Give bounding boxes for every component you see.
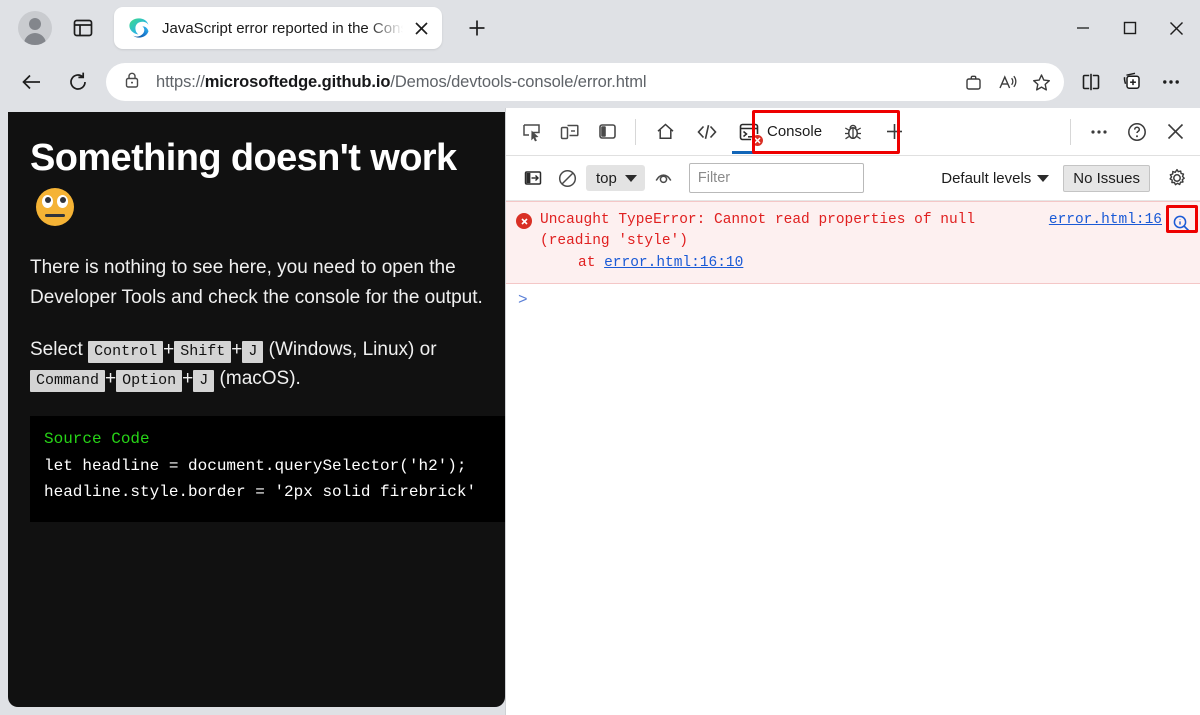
inspect-element-icon[interactable] <box>512 113 550 151</box>
more-tools-icon[interactable] <box>1080 113 1118 151</box>
back-arrow-icon[interactable] <box>14 64 50 100</box>
close-window-button[interactable] <box>1153 0 1200 56</box>
tab-console-label: Console <box>767 123 823 140</box>
read-aloud-icon[interactable] <box>990 65 1024 99</box>
console-filter-bar: top Default levels No Issues <box>506 156 1200 201</box>
devtools-tab-bar: Console <box>506 108 1200 156</box>
more-options-icon[interactable] <box>1152 63 1190 101</box>
chevron-down-icon <box>1037 174 1050 182</box>
clear-console-icon[interactable] <box>552 163 582 193</box>
page-paragraph: There is nothing to see here, you need t… <box>30 257 483 308</box>
console-output: Uncaught TypeError: Cannot read properti… <box>506 201 1200 715</box>
tab-welcome[interactable] <box>645 110 686 154</box>
kbd-command: Command <box>30 370 106 393</box>
url-text: https://microsoftedge.github.io/Demos/de… <box>156 72 647 91</box>
maximize-button[interactable] <box>1106 0 1153 56</box>
minimize-button[interactable] <box>1059 0 1106 56</box>
eye-icon[interactable] <box>649 163 679 193</box>
error-source-link[interactable]: error.html:16 <box>1049 212 1166 228</box>
kbd-j-win: J <box>242 340 264 363</box>
help-icon[interactable] <box>1118 113 1156 151</box>
dock-side-icon[interactable] <box>588 113 626 151</box>
close-devtools-icon[interactable] <box>1156 113 1194 151</box>
console-error-row[interactable]: Uncaught TypeError: Cannot read properti… <box>506 201 1200 285</box>
devtools-tabbar-right <box>1061 113 1200 151</box>
filter-input[interactable] <box>688 163 864 193</box>
error-message: Uncaught TypeError: Cannot read properti… <box>540 212 976 250</box>
tab-title: JavaScript error reported in the Console <box>162 19 408 37</box>
console-terminal-icon <box>738 121 764 147</box>
briefcase-icon[interactable] <box>956 65 990 99</box>
issues-button[interactable]: No Issues <box>1063 164 1150 192</box>
star-icon[interactable] <box>1024 65 1058 99</box>
demo-page: Something doesn't work There is nothing … <box>8 112 505 707</box>
face-with-rolling-eyes-emoji <box>36 187 74 226</box>
reload-icon[interactable] <box>60 64 96 100</box>
browser-tab[interactable]: JavaScript error reported in the Console <box>114 7 442 49</box>
console-prompt-caret: > <box>518 291 528 310</box>
toolbar-divider <box>635 118 636 145</box>
error-badge-icon <box>751 133 764 147</box>
shortcut-paragraph: Select Control + Shift + J (Windows, Linux) … <box>30 335 483 394</box>
source-code-title: Source Code <box>44 429 150 448</box>
title-bar: JavaScript error reported in the Console <box>0 0 1200 56</box>
address-bar[interactable]: https://microsoftedge.github.io/Demos/de… <box>106 63 1064 101</box>
kbd-control: Control <box>88 340 164 363</box>
page-viewport: Something doesn't work There is nothing … <box>0 108 505 715</box>
log-levels-dropdown[interactable]: Default levels <box>935 170 1055 187</box>
tab-debugger[interactable] <box>832 110 874 154</box>
tab-console[interactable]: Console <box>728 110 832 154</box>
tab-manager-icon[interactable] <box>66 11 100 45</box>
search-magnifier-icon[interactable] <box>1168 210 1194 236</box>
issues-label: No Issues <box>1073 169 1140 187</box>
error-icon <box>516 213 532 229</box>
content-area: Something doesn't work There is nothing … <box>0 108 1200 715</box>
page-title: Something doesn't work <box>30 134 483 231</box>
device-emulation-icon[interactable] <box>550 113 588 151</box>
lock-icon[interactable] <box>122 70 146 94</box>
close-icon[interactable] <box>408 15 434 41</box>
source-code-line: let headline = document.querySelector('h… <box>44 456 467 475</box>
log-levels-label: Default levels <box>941 169 1032 187</box>
new-tab-button[interactable] <box>460 11 494 45</box>
context-selector-value: top <box>596 169 617 187</box>
javascript-context-selector[interactable]: top <box>586 165 645 191</box>
account-avatar-icon[interactable] <box>18 11 52 45</box>
console-error-text: Uncaught TypeError: Cannot read properti… <box>540 210 1010 274</box>
add-tool-button[interactable] <box>874 110 915 154</box>
browser-window: JavaScript error reported in the Console <box>0 0 1200 715</box>
error-stack-line: at error.html:16:10 <box>578 254 744 271</box>
gear-icon[interactable] <box>1162 163 1192 193</box>
chevron-down-icon <box>624 174 637 182</box>
console-prompt-row[interactable]: > <box>506 284 1200 309</box>
kbd-shift: Shift <box>174 340 232 363</box>
devtools-panel: Console top Filter Default levels No Iss… <box>505 108 1200 715</box>
source-code-line: headline.style.border = '2px solid fireb… <box>44 482 477 501</box>
toolbar-divider <box>1070 118 1071 145</box>
split-screen-icon[interactable] <box>1072 63 1110 101</box>
console-sidebar-toggle-icon[interactable] <box>518 163 548 193</box>
edge-logo-icon <box>128 17 150 39</box>
source-code-block: Source Code let headline = document.quer… <box>30 415 505 522</box>
kbd-j-mac: J <box>193 370 215 393</box>
add-to-collections-icon[interactable] <box>1112 63 1150 101</box>
kbd-option: Option <box>116 370 183 393</box>
window-controls <box>1059 0 1200 56</box>
error-stack-link[interactable]: error.html:16:10 <box>604 255 743 271</box>
navigation-bar: https://microsoftedge.github.io/Demos/de… <box>0 56 1200 108</box>
tab-elements[interactable] <box>686 110 728 154</box>
